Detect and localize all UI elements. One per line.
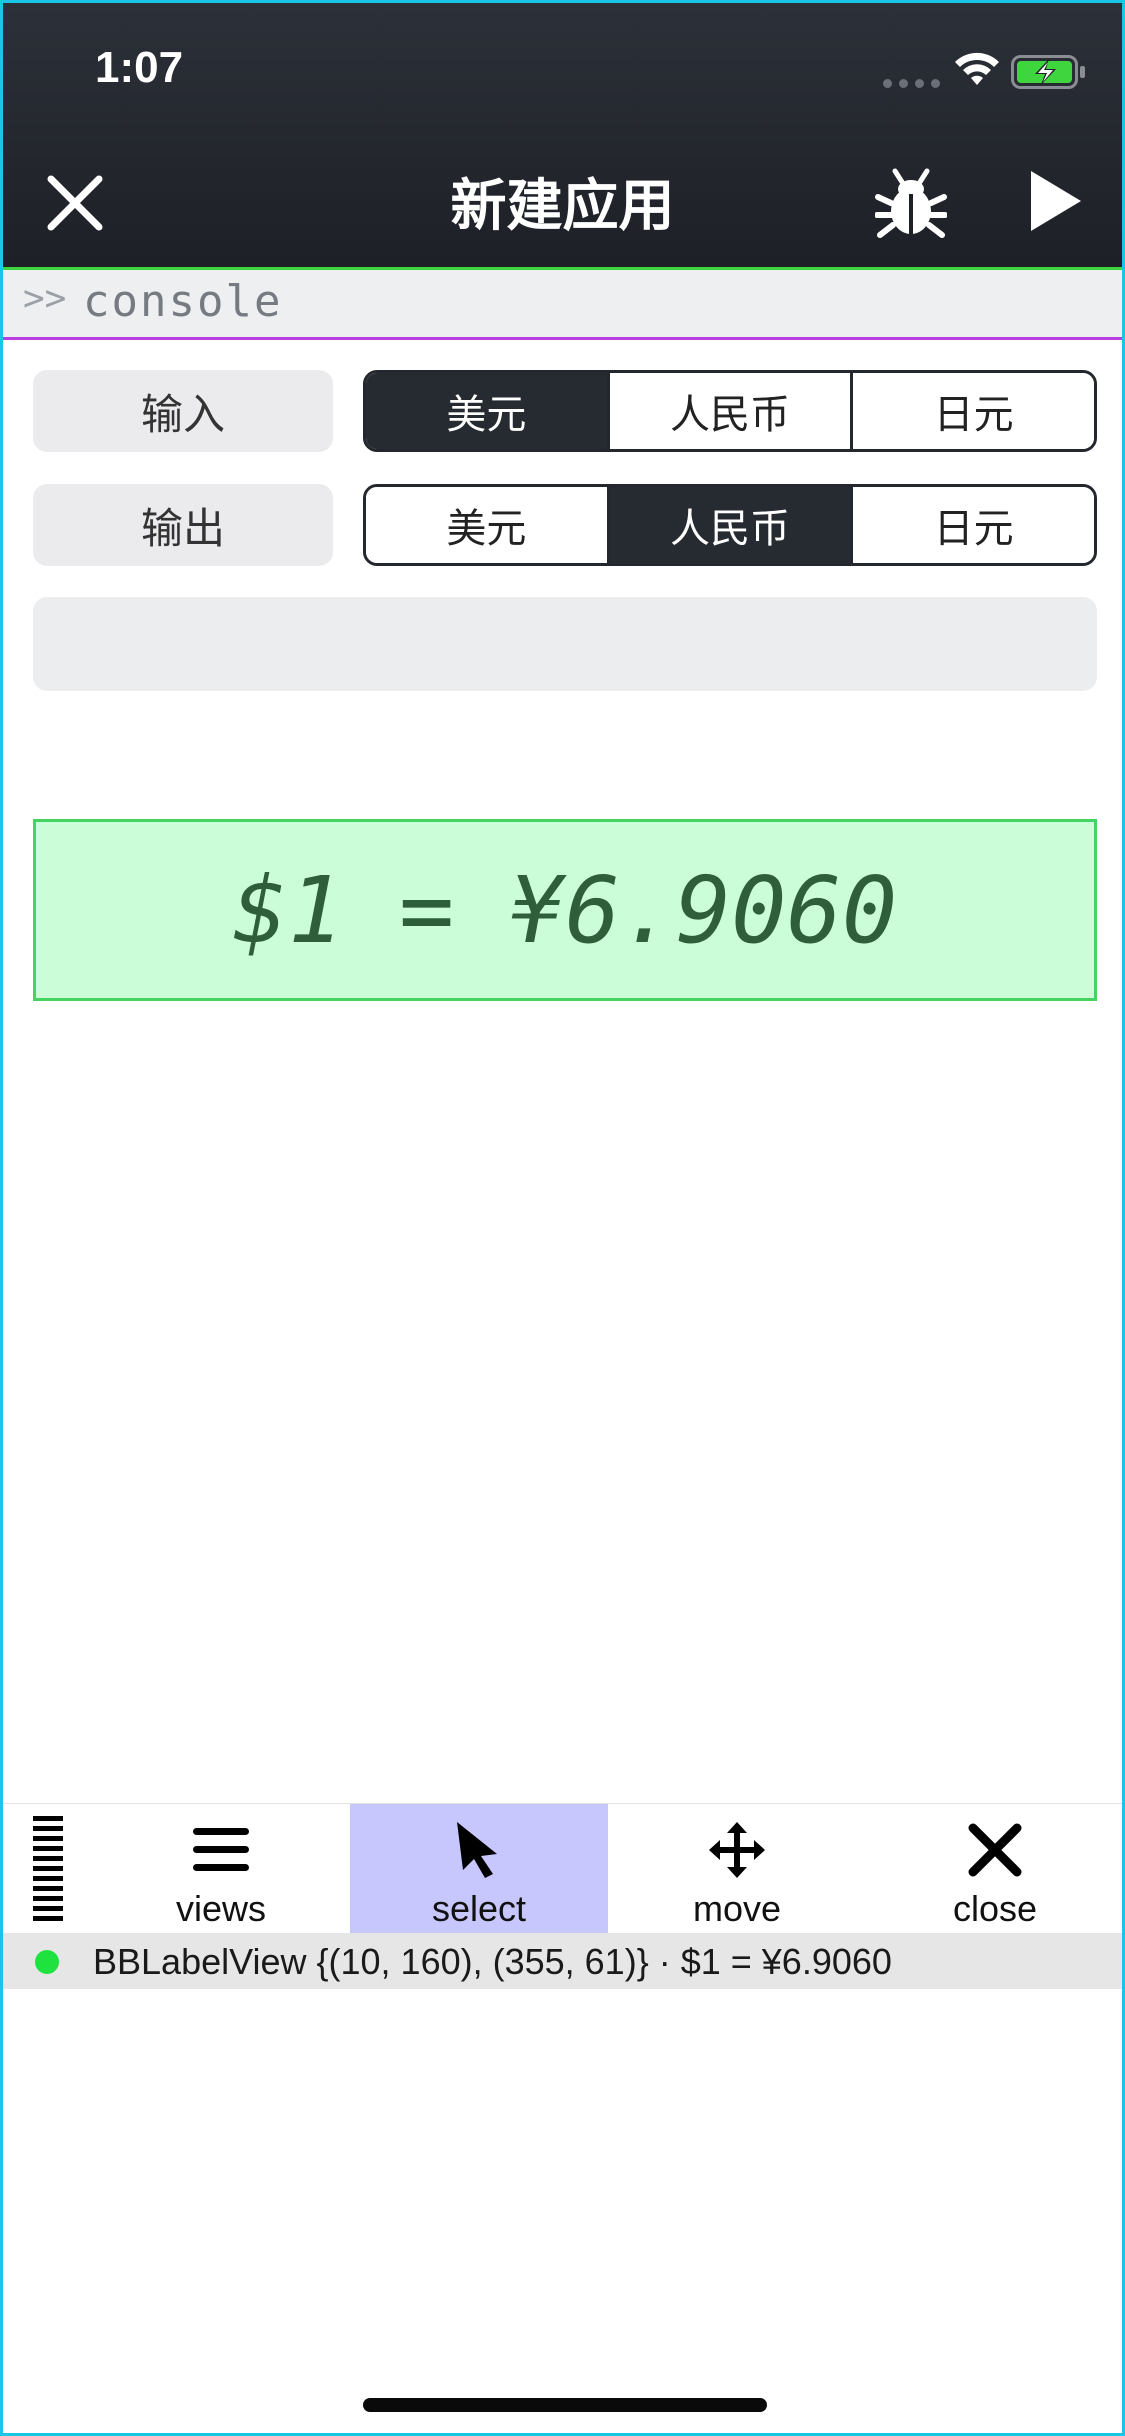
console-prompt: >>: [23, 278, 67, 319]
move-arrows-icon: [709, 1822, 765, 1878]
home-indicator[interactable]: [363, 2398, 767, 2412]
play-icon[interactable]: [1027, 169, 1083, 233]
close-icon: [968, 1823, 1022, 1877]
toolbar-move-button[interactable]: move: [608, 1804, 866, 1934]
toolbar-close-label: close: [952, 1888, 1038, 1929]
input-currency-segmented-control: 美元 人民币 日元: [363, 370, 1097, 452]
status-dot: [35, 1950, 59, 1974]
conversion-result-label: $1 = ¥6.9060: [33, 819, 1097, 1001]
battery-charging-icon: [1011, 55, 1085, 89]
output-label: 输出: [33, 484, 333, 566]
drag-handle-icon[interactable]: [31, 1814, 65, 1928]
page-title: 新建应用: [450, 174, 675, 239]
cellular-signal-icon: [883, 79, 940, 88]
toolbar-views-label: views: [175, 1888, 267, 1929]
console-label: console: [83, 276, 283, 327]
output-segment-usd[interactable]: 美元: [366, 487, 607, 563]
input-segment-cny[interactable]: 人民币: [606, 373, 851, 449]
toolbar-select-label: select: [431, 1888, 527, 1929]
toolbar-select-button[interactable]: select: [350, 1804, 608, 1934]
hamburger-icon: [193, 1828, 249, 1871]
debug-toolbar: views select move close: [3, 1803, 1122, 1934]
selected-view-description: BBLabelView {(10, 160), (355, 61)} · $1 …: [93, 1941, 892, 1982]
toolbar-views-button[interactable]: views: [92, 1804, 350, 1934]
output-currency-segmented-control: 美元 人民币 日元: [363, 484, 1097, 566]
toolbar-move-label: move: [692, 1888, 782, 1929]
toolbar-close-button[interactable]: close: [866, 1804, 1122, 1934]
input-segment-usd[interactable]: 美元: [366, 373, 607, 449]
cursor-icon: [457, 1822, 497, 1878]
selected-view-info-bar: BBLabelView {(10, 160), (355, 61)} · $1 …: [3, 1933, 1122, 1989]
input-segment-jpy[interactable]: 日元: [850, 373, 1094, 449]
wifi-icon: [955, 52, 999, 85]
amount-input[interactable]: [33, 597, 1097, 691]
output-segment-cny[interactable]: 人民币: [606, 487, 851, 563]
status-time: 1:07: [95, 43, 184, 92]
console-bar[interactable]: >> console: [3, 270, 1122, 340]
header: 1:07 新建应用: [3, 3, 1122, 270]
input-label: 输入: [33, 370, 333, 452]
bug-icon[interactable]: [875, 167, 947, 239]
output-segment-jpy[interactable]: 日元: [850, 487, 1094, 563]
app-screen: 1:07 新建应用 >> console 输入 美元 人民币 日元 输出 美元 …: [0, 0, 1125, 2436]
